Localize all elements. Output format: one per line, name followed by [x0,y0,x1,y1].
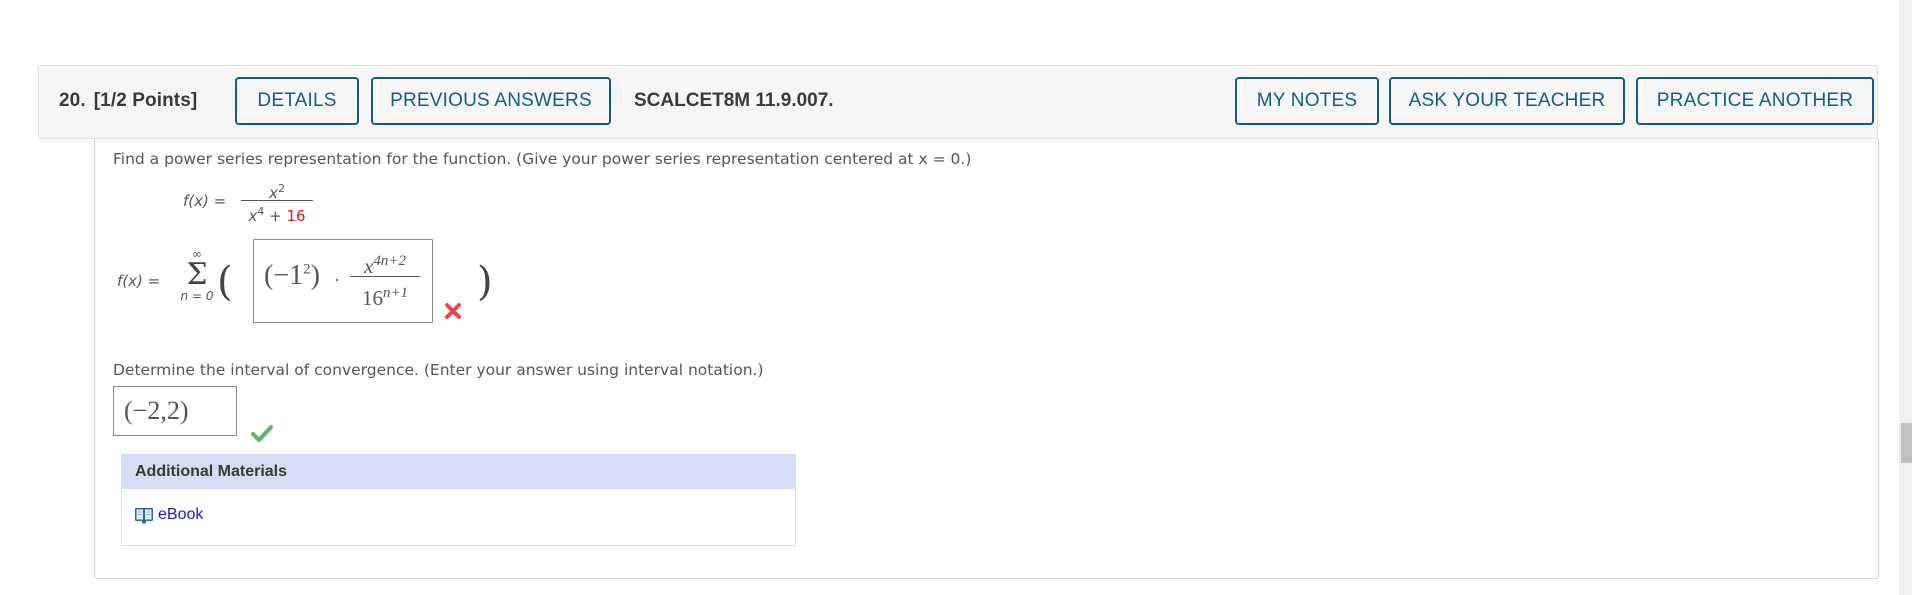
my-notes-button[interactable]: MY NOTES [1235,77,1379,125]
incorrect-x-icon [445,303,461,319]
sum-lower-limit: n = 0 [180,289,214,303]
ask-your-teacher-button[interactable]: ASK YOUR TEACHER [1389,77,1625,125]
practice-another-button[interactable]: PRACTICE ANOTHER [1636,77,1874,125]
answer-fraction: x4n+2 16n+1 [350,246,420,310]
question-points: [1/2 Points] [93,90,198,111]
answer-numerator: x4n+2 [364,253,406,278]
ebook-link[interactable]: eBook [134,506,203,524]
question-number: 20. [59,90,86,111]
series-answer-input[interactable]: (−12) · x4n+2 16n+1 [253,239,433,323]
book-icon [135,507,153,523]
previous-answers-button[interactable]: PREVIOUS ANSWERS [371,77,611,125]
function-fraction: x2 x4 + 16 [241,179,313,225]
additional-materials-title: Additional Materials [122,455,795,489]
close-paren: ) [477,259,493,305]
multiply-dot: · [334,270,340,290]
open-paren: ( [217,259,233,305]
summation-symbol: ∞ Σ n = 0 [177,239,217,303]
scrollbar-track[interactable] [1899,0,1912,595]
additional-materials-panel: Additional Materials eBook [121,454,796,546]
details-button[interactable]: DETAILS [235,77,359,125]
sigma-icon: Σ [186,257,208,292]
question-title: 20. [1/2 Points] [59,90,197,112]
function-lhs: f(x) = [183,192,227,210]
power-series-row: f(x) = ∞ Σ n = 0 ( (−12) · x4n+2 16n+1 ) [117,239,517,334]
answer-coefficient: (−12) [264,260,320,291]
correct-check-icon [251,425,273,442]
ebook-label: eBook [158,506,204,523]
question-code: SCALCET8M 11.9.007. [634,90,834,111]
function-numerator: x2 [269,182,285,202]
series-lhs: f(x) = [117,272,161,290]
answer-denominator: 16n+1 [361,285,409,310]
interval-answer-input[interactable]: (−2,2) [113,386,237,436]
prompt-interval: Determine the interval of convergence. (… [113,361,764,379]
scrollbar-thumb[interactable] [1901,423,1912,463]
function-denominator: x4 + 16 [248,205,306,225]
question-header: 20. [1/2 Points] DETAILS PREVIOUS ANSWERS… [38,65,1878,139]
prompt-power-series: Find a power series representation for t… [113,150,972,168]
question-body: Find a power series representation for t… [94,139,1879,579]
highlighted-constant: 16 [286,207,306,225]
